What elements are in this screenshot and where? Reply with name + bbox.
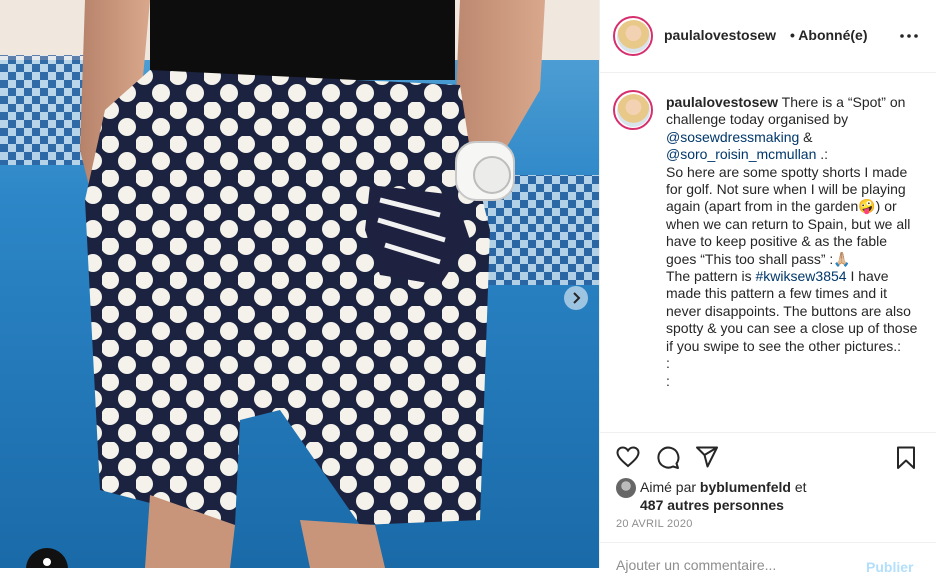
chevron-right-icon bbox=[573, 292, 581, 304]
avatar-image bbox=[616, 93, 650, 127]
heart-icon[interactable] bbox=[616, 446, 640, 468]
likes-mid: et bbox=[790, 479, 807, 495]
author-username[interactable]: paulalovestosew bbox=[664, 27, 776, 43]
person-icon bbox=[43, 558, 51, 566]
comment-input[interactable] bbox=[616, 557, 846, 573]
next-photo-button[interactable] bbox=[564, 286, 588, 310]
likes-others-link[interactable]: 487 autres personnes bbox=[640, 497, 784, 513]
hashtag-link[interactable]: #kwiksew3854 bbox=[756, 268, 847, 284]
bookmark-icon[interactable] bbox=[895, 446, 917, 470]
caption-author-avatar[interactable] bbox=[613, 90, 653, 130]
mention-link[interactable]: @sosewdressmaking bbox=[666, 129, 799, 145]
spotty-shorts-image bbox=[0, 0, 599, 568]
post-caption: paulalovestosew There is a “Spot” on cha… bbox=[600, 72, 936, 432]
caption-text: paulalovestosew There is a “Spot” on cha… bbox=[666, 94, 921, 390]
post-date[interactable]: 20 AVRIL 2020 bbox=[616, 518, 693, 530]
post-side-panel: paulalovestosew • Abonné(e) paulalovesto… bbox=[599, 0, 936, 575]
mention-link[interactable]: @soro_roisin_mcmullan bbox=[666, 146, 816, 162]
caption-amp: & bbox=[799, 128, 817, 145]
follow-separator: • bbox=[790, 27, 795, 43]
caption-username[interactable]: paulalovestosew bbox=[666, 94, 778, 110]
comment-bar: Publier bbox=[600, 542, 936, 583]
avatar-image bbox=[616, 19, 650, 53]
likes-summary: Aimé par byblumenfeld et 487 autres pers… bbox=[616, 478, 807, 514]
author-avatar[interactable] bbox=[613, 16, 653, 56]
comment-icon[interactable] bbox=[656, 446, 680, 470]
caption-body: I have made this pattern a few times and… bbox=[666, 268, 918, 389]
post-header: paulalovestosew • Abonné(e) bbox=[600, 0, 936, 73]
publish-button[interactable]: Publier bbox=[866, 559, 913, 575]
caption-body: .: So here are some spotty shorts I made… bbox=[666, 146, 911, 285]
post-actions bbox=[600, 432, 936, 483]
follow-status[interactable]: • Abonné(e) bbox=[790, 27, 868, 43]
follow-status-label: Abonné(e) bbox=[798, 27, 868, 43]
likes-line-1: Aimé par byblumenfeld et bbox=[616, 478, 807, 496]
paper-plane-icon[interactable] bbox=[695, 446, 719, 468]
likes-prefix: Aimé par bbox=[640, 479, 700, 495]
more-dots-icon[interactable] bbox=[900, 34, 918, 38]
liker-username[interactable]: byblumenfeld bbox=[700, 479, 791, 495]
post-photo[interactable] bbox=[0, 0, 599, 568]
